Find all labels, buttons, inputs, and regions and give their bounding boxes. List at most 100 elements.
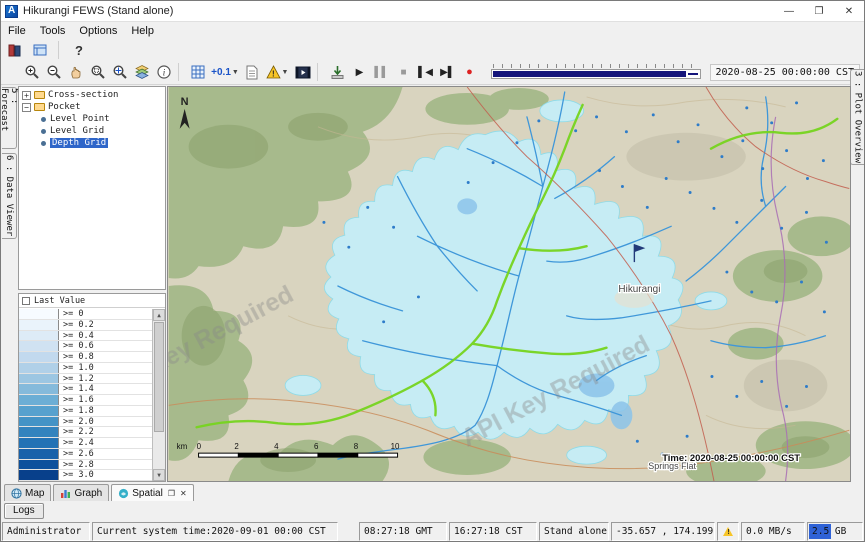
legend-row: >= 0 — [19, 309, 152, 320]
legend-value: >= 0 — [59, 309, 83, 319]
sidebar-tab-data-viewer[interactable]: 6 : Data Viewer — [2, 153, 17, 239]
legend-list: >= 0 >= 0.2 >= 0.4 >= 0.6 — [19, 309, 152, 481]
sidebar-tab-plot-overview[interactable]: 3 : Plot Overview — [850, 69, 864, 165]
scroll-up-icon[interactable]: ▲ — [153, 309, 165, 321]
map-canvas[interactable]: API Key Required API Key Required Hikura… — [168, 87, 850, 481]
threshold-dropdown[interactable]: +0.1▼ — [210, 62, 240, 82]
warnings-dropdown[interactable]: ! ▼ — [263, 62, 291, 82]
logs-row: Logs — [1, 502, 864, 520]
legend-row: >= 2.2 — [19, 427, 152, 438]
stop-button[interactable]: ■ — [393, 62, 414, 82]
legend-color-swatch — [19, 417, 59, 427]
legend-color-swatch — [19, 374, 59, 384]
scroll-down-icon[interactable]: ▼ — [153, 469, 165, 481]
app-icon — [5, 5, 18, 18]
legend-row: >= 0.2 — [19, 320, 152, 331]
menu-help[interactable]: Help — [124, 23, 161, 39]
tab-map[interactable]: Map — [4, 484, 51, 501]
legend-color-swatch — [19, 363, 59, 373]
time-slider-range[interactable] — [493, 71, 686, 77]
svg-text:10: 10 — [391, 442, 400, 451]
zoom-in-button[interactable] — [21, 62, 42, 82]
logs-button[interactable]: Logs — [4, 503, 44, 519]
legend-color-swatch — [19, 384, 59, 394]
svg-text:0: 0 — [197, 442, 202, 451]
zoom-box-button[interactable] — [87, 62, 108, 82]
warning-icon — [723, 527, 733, 536]
database-icon[interactable] — [5, 40, 26, 60]
record-button[interactable]: ● — [459, 62, 480, 82]
step-forward-button[interactable]: ▶▌ — [437, 62, 458, 82]
animation-icon[interactable] — [292, 62, 313, 82]
legend-row: >= 1.0 — [19, 363, 152, 374]
menu-tools[interactable]: Tools — [33, 23, 73, 39]
status-bar: Administrator Current system time:2020-0… — [1, 521, 864, 542]
current-datetime: 2020-08-25 00:00:00 CST — [710, 64, 860, 81]
tree-node-pocket[interactable]: − Pocket — [19, 101, 165, 113]
expand-icon[interactable]: + — [22, 91, 31, 100]
status-gmt-time: 08:27:18 GMT — [359, 522, 447, 541]
legend-row: >= 0.8 — [19, 352, 152, 363]
report-icon[interactable] — [241, 62, 262, 82]
time-slider-handle[interactable] — [688, 73, 698, 75]
close-button[interactable]: ✕ — [834, 1, 864, 21]
legend-row: >= 2.6 — [19, 449, 152, 460]
maximize-button[interactable]: ❐ — [804, 1, 834, 21]
legend-value: >= 2.6 — [59, 449, 94, 459]
legend-value: >= 1.2 — [59, 374, 94, 384]
legend-row: >= 1.8 — [19, 406, 152, 417]
help-button[interactable]: ? — [71, 43, 87, 58]
legend-color-swatch — [19, 438, 59, 448]
explorer-icon[interactable] — [30, 40, 51, 60]
zoom-out-button[interactable] — [43, 62, 64, 82]
zoom-extent-button[interactable] — [109, 62, 130, 82]
spatial-icon — [118, 488, 129, 499]
grid-display-icon[interactable] — [188, 62, 209, 82]
map-viewport[interactable]: API Key Required API Key Required Hikura… — [167, 86, 851, 482]
toolbar-separator — [58, 41, 64, 59]
layers-icon[interactable] — [131, 62, 152, 82]
scrollbar-thumb[interactable] — [154, 322, 164, 432]
svg-text:N: N — [181, 96, 189, 108]
tree-node-level-point[interactable]: Level Point — [19, 113, 165, 125]
legend-value: >= 1.8 — [59, 406, 94, 416]
legend-value: >= 1.6 — [59, 395, 94, 405]
status-memory: 2.5 GB — [807, 522, 863, 541]
legend-scrollbar[interactable]: ▲ ▼ — [152, 309, 165, 481]
float-panel-icon[interactable]: ❐ — [168, 489, 175, 498]
tab-graph[interactable]: Graph — [53, 484, 109, 501]
tree-node-cross-section[interactable]: + Cross-section — [19, 89, 165, 101]
window-title: Hikurangi FEWS (Stand alone) — [23, 5, 173, 17]
play-button[interactable]: ▶ — [349, 62, 370, 82]
leaf-icon — [41, 129, 46, 134]
svg-text:4: 4 — [274, 442, 279, 451]
info-button[interactable]: i — [153, 62, 174, 82]
legend-panel: Last Value >= 0 >= 0.2 >= 0.4 — [18, 293, 166, 482]
sidebar-tab-forecast[interactable]: 5 : Forecast — [2, 87, 17, 149]
tree-node-depth-grid[interactable]: Depth Grid — [19, 137, 165, 149]
tree-node-level-grid[interactable]: Level Grid — [19, 125, 165, 137]
minimize-button[interactable]: — — [774, 1, 804, 21]
legend-row: >= 0.4 — [19, 331, 152, 342]
legend-row: >= 2.0 — [19, 417, 152, 428]
tab-spatial[interactable]: Spatial ❐ ✕ — [111, 484, 193, 501]
close-panel-icon[interactable]: ✕ — [180, 489, 187, 498]
globe-icon — [11, 488, 22, 499]
folder-icon — [34, 91, 45, 99]
legend-value: >= 0.6 — [59, 341, 94, 351]
legend-row: >= 2.4 — [19, 438, 152, 449]
leaf-icon — [41, 117, 46, 122]
status-warning[interactable] — [717, 522, 739, 541]
collapse-icon[interactable]: − — [22, 103, 31, 112]
step-back-button[interactable]: ▌◀ — [415, 62, 436, 82]
time-slider[interactable] — [491, 64, 701, 81]
time-slider-groove[interactable] — [491, 69, 701, 79]
menu-file[interactable]: File — [1, 23, 33, 39]
topology-tree: + Cross-section − Pocket Level Point Lev… — [18, 86, 166, 290]
last-value-checkbox[interactable] — [22, 297, 30, 305]
menu-options[interactable]: Options — [72, 23, 124, 39]
leaf-icon — [41, 141, 46, 146]
run-export-icon[interactable] — [327, 62, 348, 82]
pause-button[interactable]: ▌▌ — [371, 62, 392, 82]
pan-hand-icon[interactable] — [65, 62, 86, 82]
